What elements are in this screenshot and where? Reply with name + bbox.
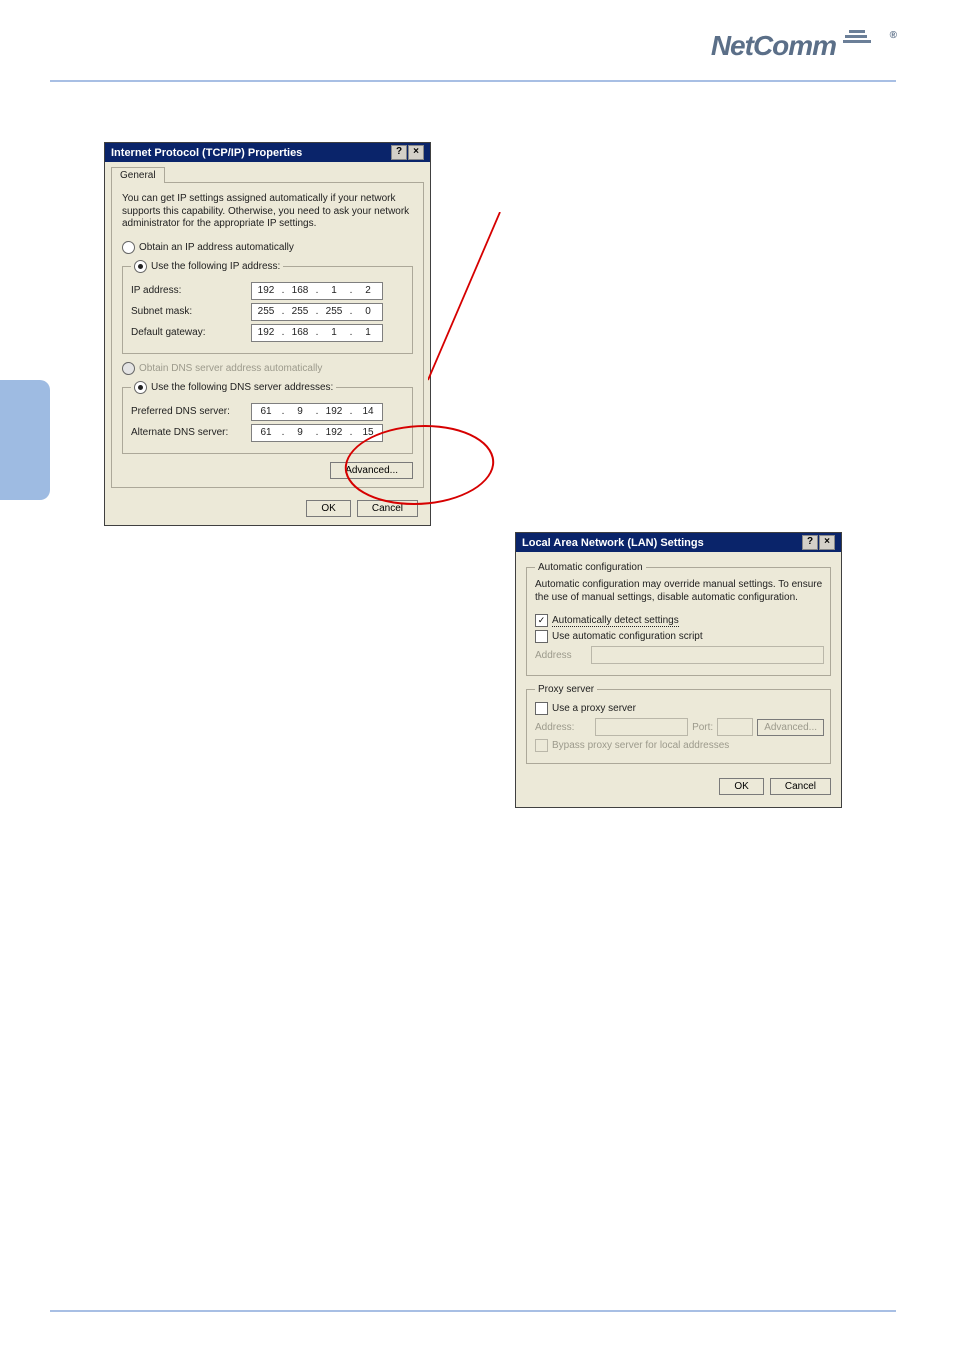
brand-logo: NetComm ®	[711, 30, 896, 62]
figure-area: Internet Protocol (TCP/IP) Properties ? …	[50, 82, 896, 952]
default-gateway-input[interactable]: 192. 168. 1. 1	[251, 324, 383, 342]
checkbox-autoscript[interactable]: Use automatic configuration script	[535, 630, 824, 643]
cancel-button[interactable]: Cancel	[357, 500, 418, 517]
footer-rule	[50, 1310, 896, 1312]
autoconf-desc: Automatic configuration may override man…	[535, 579, 824, 604]
radio-icon	[122, 362, 135, 375]
radio-label: Use the following DNS server addresses:	[151, 382, 333, 393]
checkbox-icon	[535, 614, 548, 627]
registered-mark: ®	[890, 30, 896, 41]
alternate-dns-input[interactable]: 61. 9. 192. 15	[251, 424, 383, 442]
checkbox-label: Automatically detect settings	[552, 615, 679, 627]
preferred-dns-label: Preferred DNS server:	[131, 406, 251, 417]
close-button[interactable]: ×	[408, 145, 424, 160]
header: NetComm ®	[50, 30, 896, 78]
address-label: Address	[535, 650, 591, 661]
tab-panel: You can get IP settings assigned automat…	[111, 182, 424, 488]
default-gateway-label: Default gateway:	[131, 327, 251, 338]
callout-arrow-icon	[428, 212, 518, 382]
tcpip-properties-dialog: Internet Protocol (TCP/IP) Properties ? …	[104, 142, 431, 526]
proxy-address-label: Address:	[535, 722, 591, 733]
checkbox-label: Use automatic configuration script	[552, 631, 703, 642]
dns-fieldset: Use the following DNS server addresses: …	[122, 379, 413, 454]
lan-settings-dialog: Local Area Network (LAN) Settings ? × Au…	[515, 532, 842, 808]
ip-address-input[interactable]: 192. 168. 1. 2	[251, 282, 383, 300]
subnet-mask-input[interactable]: 255. 255. 255. 0	[251, 303, 383, 321]
dialog-buttons: OK Cancel	[105, 494, 430, 525]
description-text: You can get IP settings assigned automat…	[122, 193, 413, 231]
tab-general[interactable]: General	[111, 167, 165, 183]
radio-obtain-ip[interactable]: Obtain an IP address automatically	[122, 241, 413, 254]
dialog-buttons: OK Cancel	[526, 772, 831, 803]
radio-icon	[122, 241, 135, 254]
cancel-button[interactable]: Cancel	[770, 778, 831, 795]
proxy-legend: Proxy server	[535, 684, 597, 695]
proxy-address-input	[595, 718, 688, 736]
ip-fieldset: Use the following IP address: IP address…	[122, 258, 413, 354]
radio-icon	[134, 381, 147, 394]
checkbox-icon	[535, 739, 548, 752]
brand-name: NetComm	[711, 30, 836, 61]
autoconf-legend: Automatic configuration	[535, 562, 646, 573]
proxy-advanced-button: Advanced...	[757, 719, 824, 736]
proxy-port-input	[717, 718, 753, 736]
checkbox-autodetect[interactable]: Automatically detect settings	[535, 614, 824, 627]
advanced-button[interactable]: Advanced...	[330, 462, 413, 479]
subnet-mask-label: Subnet mask:	[131, 306, 251, 317]
ok-button[interactable]: OK	[306, 500, 350, 517]
radio-label: Obtain DNS server address automatically	[139, 363, 322, 374]
page-side-tab	[0, 380, 50, 500]
preferred-dns-input[interactable]: 61. 9. 192. 14	[251, 403, 383, 421]
checkbox-icon	[535, 630, 548, 643]
radio-label: Obtain an IP address automatically	[139, 242, 294, 253]
radio-use-ip[interactable]: Use the following IP address:	[134, 260, 280, 273]
script-address-input	[591, 646, 824, 664]
dialog-titlebar: Internet Protocol (TCP/IP) Properties ? …	[105, 143, 430, 162]
close-button[interactable]: ×	[819, 535, 835, 550]
logo-swoosh-icon	[843, 30, 883, 50]
radio-label: Use the following IP address:	[151, 261, 280, 272]
radio-use-dns[interactable]: Use the following DNS server addresses:	[134, 381, 333, 394]
checkbox-icon	[535, 702, 548, 715]
alternate-dns-label: Alternate DNS server:	[131, 427, 251, 438]
help-button[interactable]: ?	[391, 145, 407, 160]
checkbox-bypass: Bypass proxy server for local addresses	[535, 739, 824, 752]
checkbox-useproxy[interactable]: Use a proxy server	[535, 702, 824, 715]
dialog-title: Local Area Network (LAN) Settings	[522, 537, 704, 549]
checkbox-label: Bypass proxy server for local addresses	[552, 740, 729, 751]
radio-icon	[134, 260, 147, 273]
autoconf-fieldset: Automatic configuration Automatic config…	[526, 562, 831, 676]
radio-obtain-dns: Obtain DNS server address automatically	[122, 362, 413, 375]
dialog-title: Internet Protocol (TCP/IP) Properties	[111, 147, 302, 159]
proxy-port-label: Port:	[692, 722, 713, 733]
checkbox-label: Use a proxy server	[552, 703, 636, 714]
help-button[interactable]: ?	[802, 535, 818, 550]
tab-strip: General	[105, 162, 430, 182]
ip-address-label: IP address:	[131, 285, 251, 296]
dialog-titlebar: Local Area Network (LAN) Settings ? ×	[516, 533, 841, 552]
ok-button[interactable]: OK	[719, 778, 763, 795]
proxy-fieldset: Proxy server Use a proxy server Address:…	[526, 684, 831, 764]
